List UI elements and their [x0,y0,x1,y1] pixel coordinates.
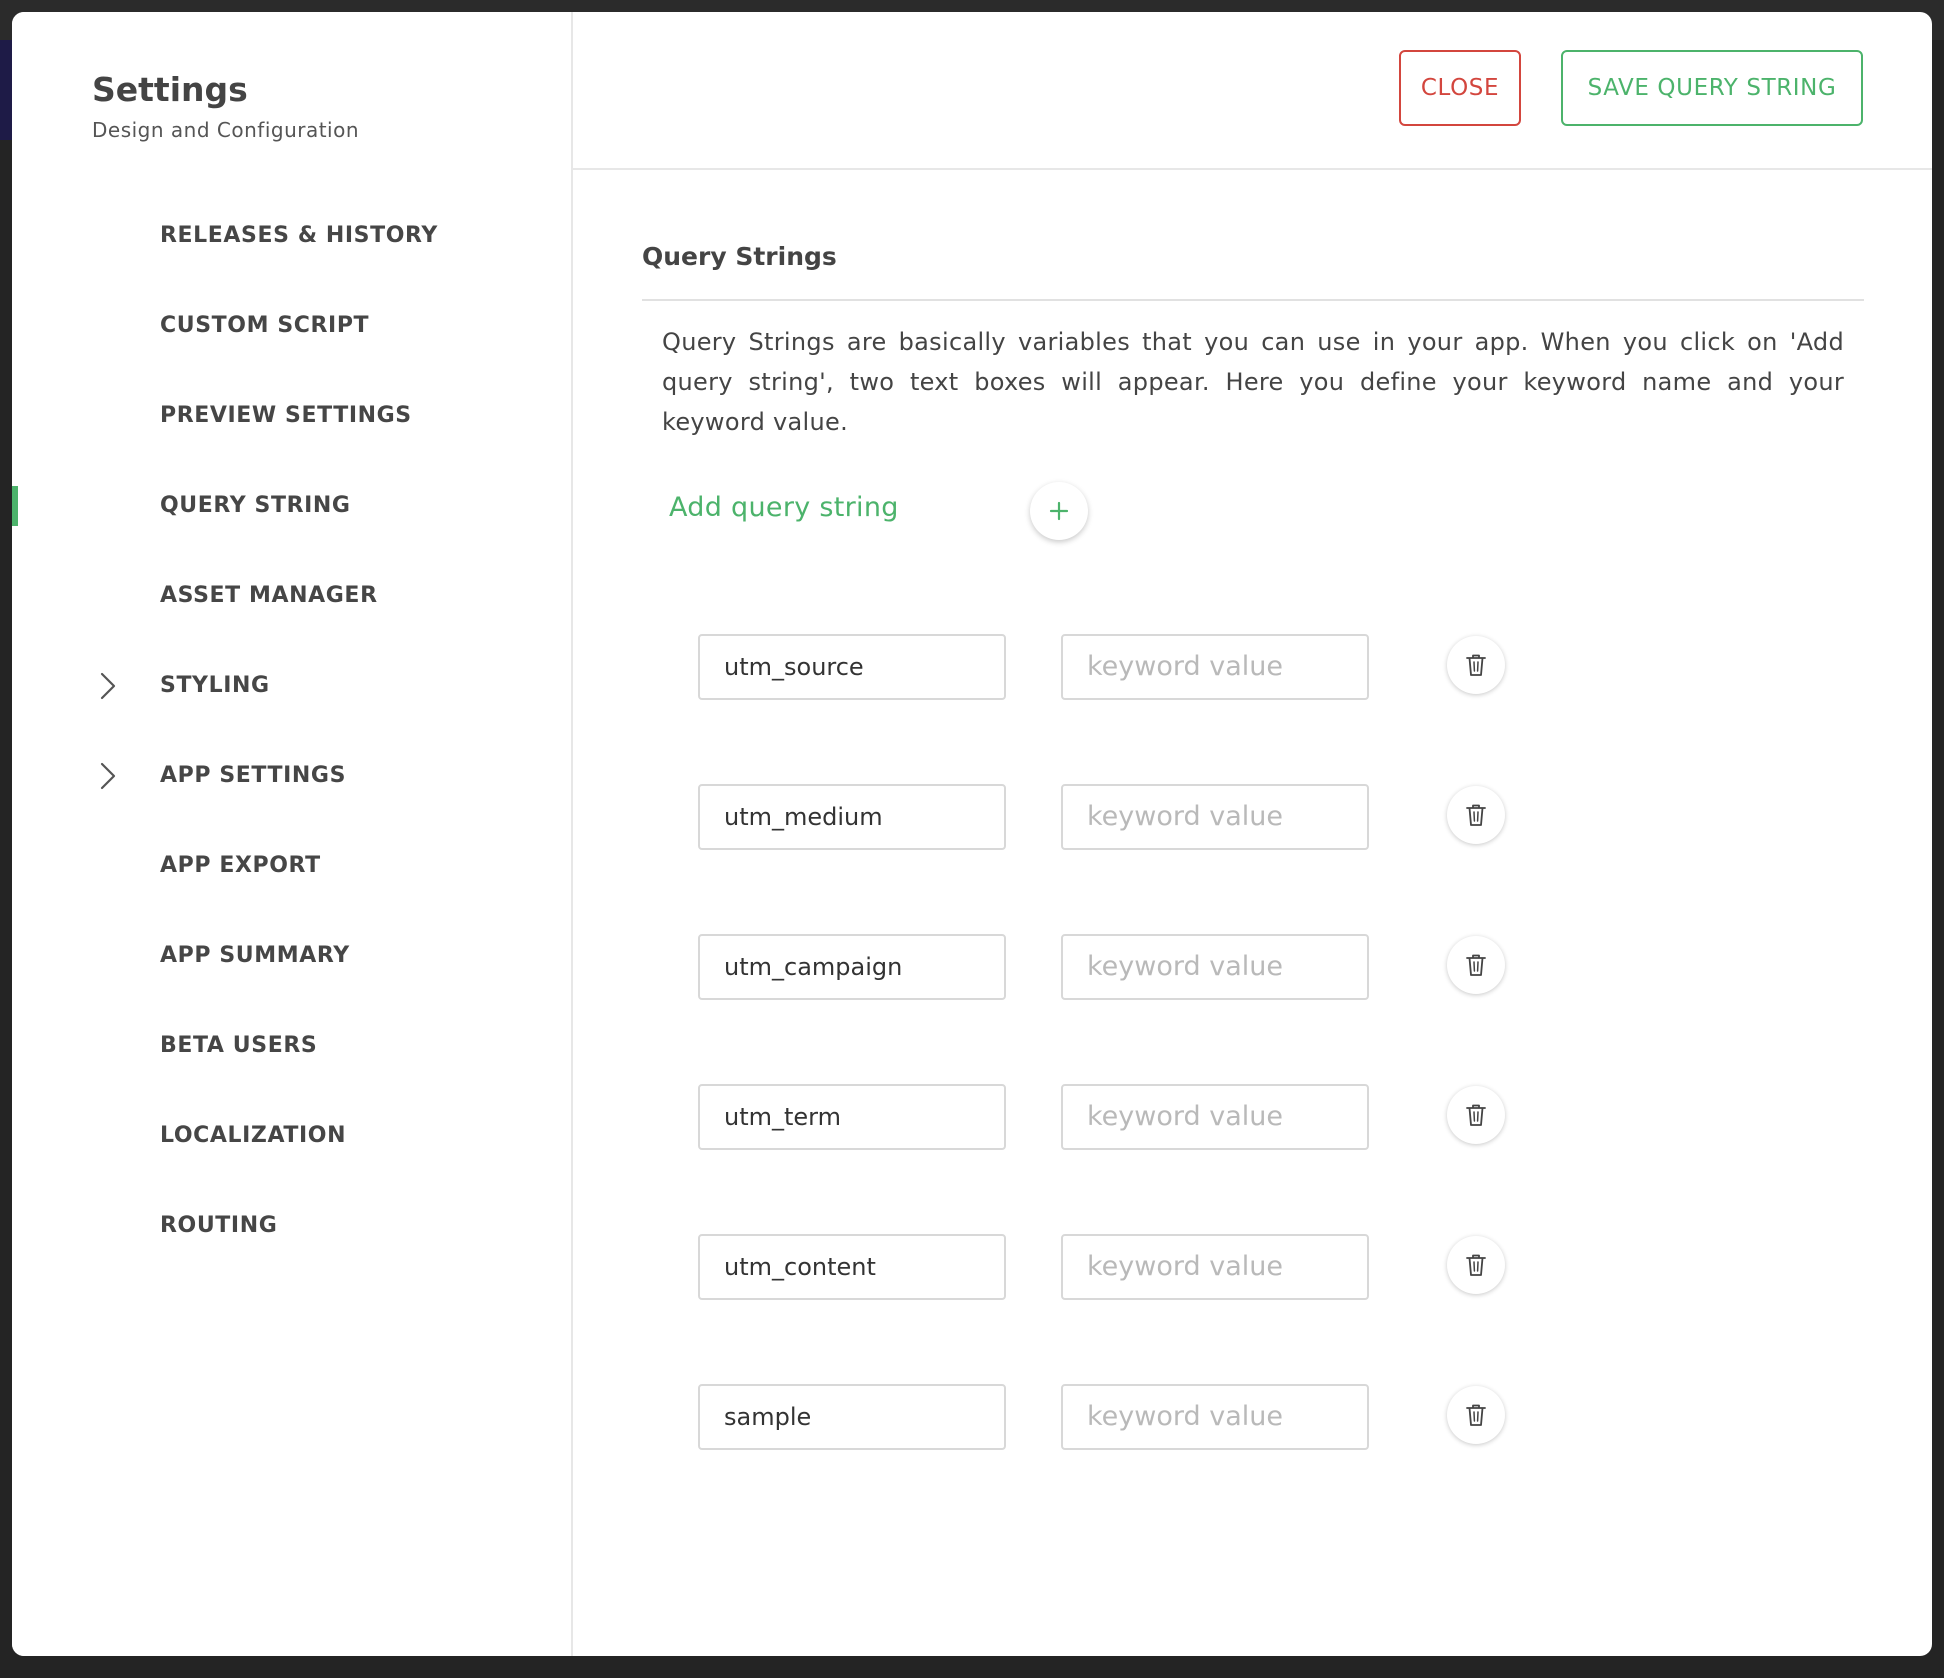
sidebar-nav: RELEASES & HISTORY CUSTOM SCRIPT PREVIEW S… [12,190,571,1270]
sidebar-title: Settings [92,70,248,109]
delete-query-string-button[interactable] [1447,636,1505,694]
sidebar-item-preview-settings[interactable]: PREVIEW SETTINGS [12,370,571,460]
sidebar-item-label: QUERY STRING [160,492,351,518]
keyword-name-input[interactable] [698,634,1006,700]
section-divider [642,299,1864,301]
sidebar-item-label: ASSET MANAGER [160,582,378,608]
query-string-list [698,634,1698,1534]
keyword-value-input[interactable] [1061,634,1369,700]
trash-icon [1466,1404,1486,1426]
delete-query-string-button[interactable] [1447,1086,1505,1144]
keyword-value-input[interactable] [1061,1234,1369,1300]
sidebar-item-beta-users[interactable]: BETA USERS [12,1000,571,1090]
sidebar-item-label: LOCALIZATION [160,1122,347,1148]
plus-icon [1049,501,1069,521]
close-button[interactable]: CLOSE [1399,50,1521,126]
chevron-right-icon[interactable] [96,761,120,791]
sidebar-item-localization[interactable]: LOCALIZATION [12,1090,571,1180]
delete-query-string-button[interactable] [1447,786,1505,844]
add-query-string-link[interactable]: Add query string [669,492,899,523]
sidebar-item-query-string[interactable]: QUERY STRING [12,460,571,550]
query-string-row [698,634,1698,784]
sidebar-item-asset-manager[interactable]: ASSET MANAGER [12,550,571,640]
sidebar-item-custom-script[interactable]: CUSTOM SCRIPT [12,280,571,370]
sidebar-item-label: RELEASES & HISTORY [160,222,438,248]
add-query-string-row: Add query string [669,482,1088,540]
sidebar-item-releases-history[interactable]: RELEASES & HISTORY [12,190,571,280]
section-title: Query Strings [642,242,837,271]
sidebar-item-label: ROUTING [160,1212,278,1238]
sidebar-item-app-summary[interactable]: APP SUMMARY [12,910,571,1000]
add-query-string-button[interactable] [1030,482,1088,540]
query-string-row [698,1384,1698,1534]
trash-icon [1466,954,1486,976]
trash-icon [1466,654,1486,676]
sidebar-subtitle: Design and Configuration [92,118,360,142]
keyword-name-input[interactable] [698,784,1006,850]
sidebar-item-label: CUSTOM SCRIPT [160,312,370,338]
sidebar-item-routing[interactable]: ROUTING [12,1180,571,1270]
toolbar: CLOSE SAVE QUERY STRING [573,12,1932,170]
settings-sidebar: Settings Design and Configuration RELEAS… [12,12,573,1656]
save-query-string-button[interactable]: SAVE QUERY STRING [1561,50,1863,126]
sidebar-item-label: BETA USERS [160,1032,318,1058]
keyword-name-input[interactable] [698,1234,1006,1300]
keyword-value-input[interactable] [1061,1084,1369,1150]
sidebar-item-styling[interactable]: STYLING [12,640,571,730]
query-string-row [698,1234,1698,1384]
sidebar-item-label: APP SETTINGS [160,762,347,788]
keyword-value-input[interactable] [1061,784,1369,850]
sidebar-item-app-settings[interactable]: APP SETTINGS [12,730,571,820]
sidebar-item-label: APP SUMMARY [160,942,350,968]
sidebar-item-label: APP EXPORT [160,852,321,878]
settings-modal: Settings Design and Configuration RELEAS… [12,12,1932,1656]
keyword-name-input[interactable] [698,934,1006,1000]
trash-icon [1466,1254,1486,1276]
query-string-row [698,784,1698,934]
keyword-name-input[interactable] [698,1384,1006,1450]
query-string-row [698,1084,1698,1234]
trash-icon [1466,804,1486,826]
delete-query-string-button[interactable] [1447,1386,1505,1444]
trash-icon [1466,1104,1486,1126]
sidebar-item-label: STYLING [160,672,270,698]
sidebar-item-app-export[interactable]: APP EXPORT [12,820,571,910]
query-string-row [698,934,1698,1084]
chevron-right-icon[interactable] [96,671,120,701]
keyword-value-input[interactable] [1061,934,1369,1000]
main-panel: CLOSE SAVE QUERY STRING Query Strings Qu… [573,12,1932,1656]
section-description: Query Strings are basically variables th… [662,328,1844,436]
delete-query-string-button[interactable] [1447,936,1505,994]
keyword-name-input[interactable] [698,1084,1006,1150]
delete-query-string-button[interactable] [1447,1236,1505,1294]
keyword-value-input[interactable] [1061,1384,1369,1450]
sidebar-item-label: PREVIEW SETTINGS [160,402,412,428]
